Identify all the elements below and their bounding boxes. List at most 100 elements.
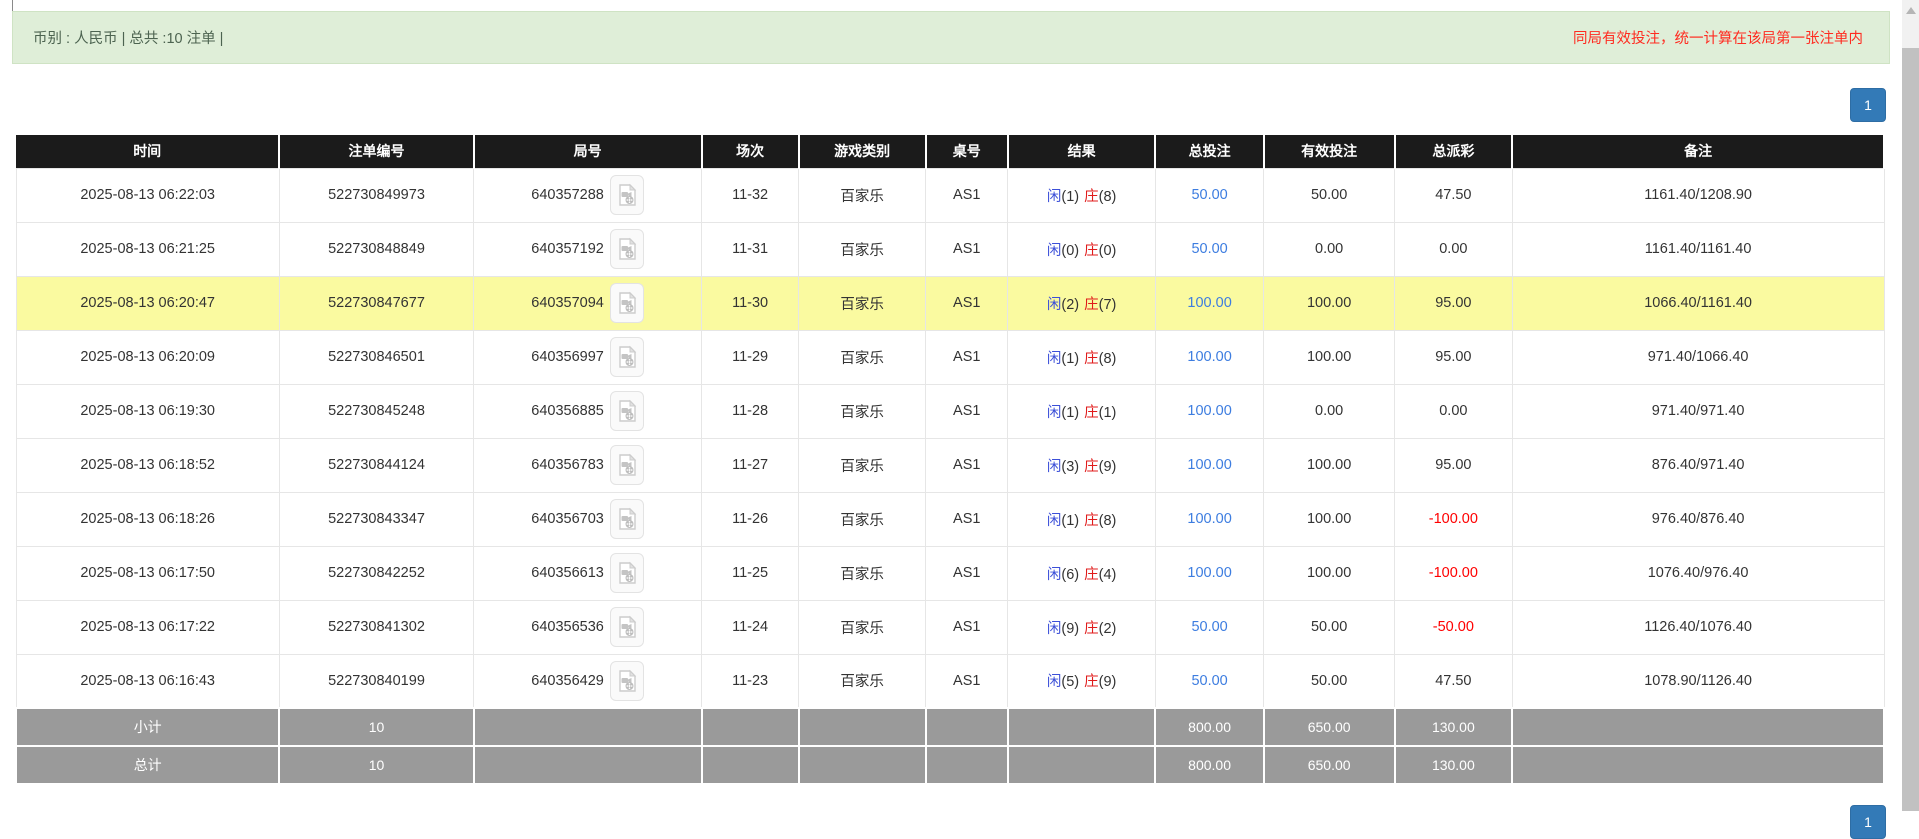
video-replay-button[interactable] [609,660,644,701]
table-row: 2025-08-13 06:20:47 522730847677 6403570… [15,275,1885,331]
cell-remark: 976.40/876.40 [1511,491,1885,547]
round-id-text: 640356429 [531,672,604,689]
total-bet-link[interactable]: 50.00 [1191,187,1227,203]
video-replay-button[interactable] [609,175,644,215]
cell-valid-bet: 50.00 [1263,167,1396,223]
table-header: 时间 注单编号 局号 场次 游戏类别 桌号 结果 总投注 有效投注 总派彩 备注 [16,135,1885,168]
round-id-text: 640356536 [531,619,604,635]
total-bet-link[interactable]: 100.00 [1187,565,1231,581]
cell-result: 闲(3) 庄(9) [1007,437,1156,493]
cell-valid-bet: 100.00 [1263,329,1396,385]
cell-game-type: 百家乐 [798,491,927,547]
total-bet-link[interactable]: 100.00 [1187,457,1231,473]
cell-session: 11-26 [701,491,800,547]
cell-total-bet: 50.00 [1154,221,1265,277]
subtotal-total-bet: 800.00 [1154,707,1265,747]
valid-bet-notice: 同局有效投注，统一计算在该局第一张注单内 [1573,31,1863,47]
round-id-text: 640356997 [531,349,604,365]
cell-result: 闲(0) 庄(0) [1007,221,1156,277]
vertical-scrollbar-thumb[interactable] [1902,48,1919,811]
total-bet-link[interactable]: 100.00 [1187,295,1231,311]
result-player-score: (9) [1061,620,1080,637]
cell-result: 闲(1) 庄(1) [1007,383,1156,439]
cell-total-bet: 50.00 [1154,167,1265,223]
round-id-text: 640356613 [531,565,604,581]
cell-valid-bet: 100.00 [1263,437,1396,493]
total-bet-link[interactable]: 50.00 [1191,241,1227,257]
total-bet-link[interactable]: 100.00 [1187,403,1231,419]
table-row: 2025-08-13 06:20:09 522730846501 6403569… [15,329,1885,385]
cell-table-id: AS1 [925,221,1009,277]
video-replay-button[interactable] [609,607,644,647]
scrollbar-up-arrow-icon[interactable] [1906,7,1916,14]
cell-total-bet: 50.00 [1154,599,1265,655]
video-file-icon [619,183,637,206]
cell-session: 11-23 [701,653,800,709]
round-id-text: 640357094 [531,295,604,311]
cell-result: 闲(1) 庄(8) [1007,329,1156,385]
cell-table-id: AS1 [925,653,1009,709]
total-bet-link[interactable]: 100.00 [1187,349,1231,365]
video-replay-button[interactable] [609,283,644,323]
cell-session: 11-28 [701,383,800,439]
video-replay-button[interactable] [609,445,644,485]
cell-payout: -100.00 [1394,545,1513,601]
cell-round-id: 640356536 [473,599,703,655]
video-file-icon [619,291,637,314]
pagination-page-1-top[interactable]: 1 [1850,88,1886,122]
result-banker: 庄 [1084,512,1099,529]
cell-round-id: 640356997 [473,329,703,385]
cell-remark: 1161.40/1161.40 [1511,221,1885,277]
cell-remark: 971.40/971.40 [1511,383,1885,439]
cell-bet-id: 522730842252 [278,545,475,601]
cell-time: 2025-08-13 06:17:50 [15,545,280,601]
round-id-text: 640356783 [531,457,604,473]
cell-remark: 1078.90/1126.40 [1511,653,1885,709]
cell-round-id: 640357192 [473,221,703,277]
total-bet-link[interactable]: 50.00 [1191,619,1227,635]
cell-game-type: 百家乐 [798,221,927,277]
cell-result: 闲(6) 庄(4) [1007,545,1156,601]
pagination-page-1-bottom[interactable]: 1 [1850,805,1886,839]
result-banker-score: (7) [1098,296,1117,313]
column-header-session: 场次 [701,135,800,168]
cell-remark: 971.40/1066.40 [1511,329,1885,385]
round-id-text: 640357288 [531,187,604,203]
result-banker-score: (0) [1098,242,1117,259]
result-player-score: (1) [1061,404,1080,421]
round-id-text: 640356703 [531,511,604,527]
video-file-icon [619,345,637,368]
cell-bet-id: 522730841302 [278,599,475,655]
video-replay-button[interactable] [609,229,644,269]
cell-round-id: 640356703 [473,491,703,547]
result-player-score: (5) [1061,674,1080,691]
video-replay-button[interactable] [609,499,644,539]
total-bet-link[interactable]: 100.00 [1187,511,1231,527]
result-player-score: (1) [1061,512,1080,529]
result-banker: 庄 [1084,458,1099,475]
cell-time: 2025-08-13 06:20:09 [15,329,280,385]
total-bet-link[interactable]: 50.00 [1191,673,1227,689]
video-replay-button[interactable] [609,391,644,431]
result-banker-score: (2) [1098,620,1117,637]
cell-session: 11-31 [701,221,800,277]
cell-table-id: AS1 [925,275,1009,331]
grand-total-row: 总计 10 800.00 650.00 130.00 [14,745,1885,785]
cell-time: 2025-08-13 06:17:22 [15,599,280,655]
cell-session: 11-25 [701,545,800,601]
cell-round-id: 640356783 [473,437,703,493]
table-row: 2025-08-13 06:19:30 522730845248 6403568… [15,383,1885,439]
top-edge-divider [12,0,13,11]
cell-game-type: 百家乐 [798,437,927,493]
video-replay-button[interactable] [609,553,644,593]
result-banker: 庄 [1084,296,1099,313]
video-file-icon [619,615,637,638]
cell-session: 11-24 [701,599,800,655]
cell-game-type: 百家乐 [798,653,927,709]
subtotal-row: 小计 10 800.00 650.00 130.00 [14,707,1885,747]
cell-game-type: 百家乐 [798,167,927,223]
cell-bet-id: 522730846501 [278,329,475,385]
cell-payout: -100.00 [1394,491,1513,547]
video-replay-button[interactable] [609,337,644,377]
cell-time: 2025-08-13 06:20:47 [15,275,280,331]
